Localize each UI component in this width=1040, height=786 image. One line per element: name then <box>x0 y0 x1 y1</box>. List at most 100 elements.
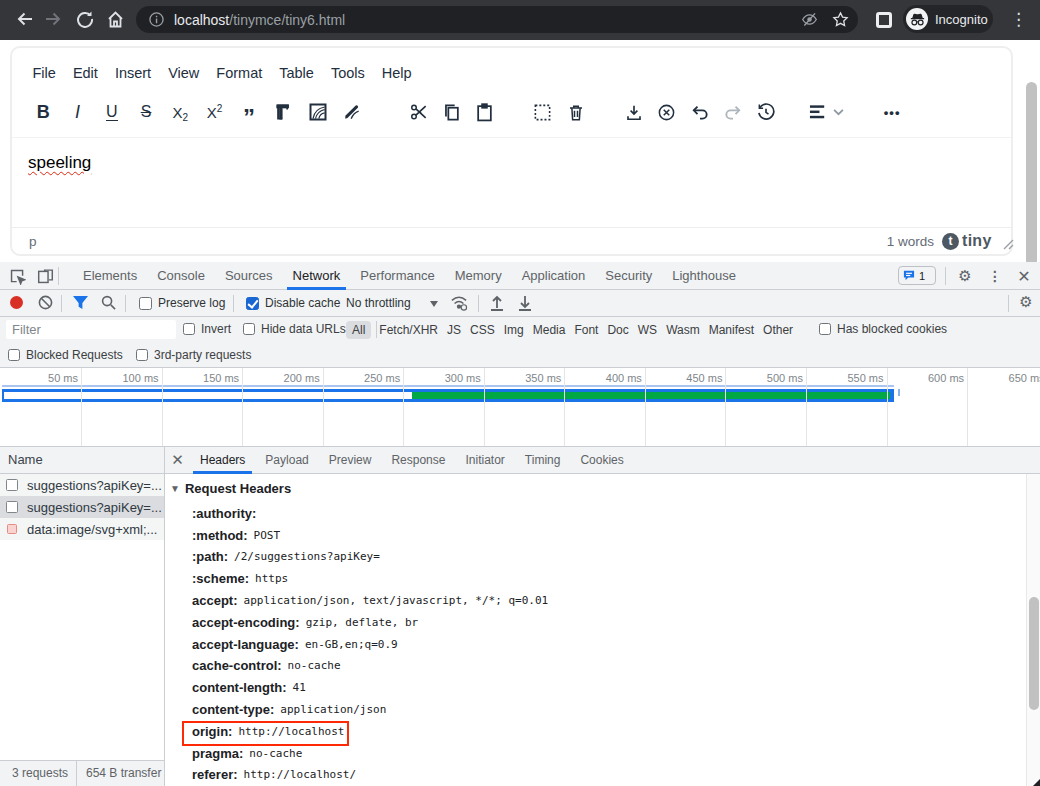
issues-badge[interactable]: 1 <box>898 266 936 285</box>
align-dropdown-button[interactable] <box>803 95 849 129</box>
menu-edit[interactable]: Edit <box>64 65 106 81</box>
blocked-requests-checkbox[interactable] <box>8 349 20 361</box>
filter-category-wasm[interactable]: Wasm <box>666 323 700 337</box>
refresh-icon[interactable] <box>73 7 97 31</box>
filter-category-all[interactable]: All <box>346 321 371 339</box>
incognito-badge[interactable]: Incognito <box>903 5 993 33</box>
devtools-tab-performance[interactable]: Performance <box>350 262 444 290</box>
blockquote-button[interactable]: ” <box>232 95 266 129</box>
side-panel-icon[interactable] <box>876 12 892 28</box>
browser-menu-icon[interactable]: ⋮ <box>1010 7 1026 33</box>
filter-category-other[interactable]: Other <box>763 323 793 337</box>
superscript-button[interactable]: X2 <box>197 95 231 129</box>
format-painter-button[interactable] <box>266 95 300 129</box>
cut-button[interactable] <box>403 95 436 129</box>
devtools-tab-lighthouse[interactable]: Lighthouse <box>662 262 746 290</box>
delete-button[interactable] <box>559 95 593 129</box>
filter-category-js[interactable]: JS <box>447 323 461 337</box>
request-headers-section[interactable]: ▼Request Headers <box>170 481 291 496</box>
disable-cache-checkbox[interactable] <box>246 297 259 310</box>
menu-help[interactable]: Help <box>373 65 420 81</box>
resize-handle-icon[interactable] <box>1003 236 1014 254</box>
misspelled-word[interactable]: speeling <box>28 153 91 173</box>
tiny-logo[interactable]: ttiny <box>942 232 992 250</box>
filter-icon[interactable] <box>72 295 89 314</box>
undo-button[interactable] <box>683 95 716 129</box>
menu-view[interactable]: View <box>160 65 208 81</box>
details-close-icon[interactable]: ✕ <box>165 451 190 469</box>
save-button[interactable] <box>617 95 650 129</box>
home-icon[interactable] <box>103 7 127 31</box>
throttling-select[interactable]: No throttling <box>346 296 411 310</box>
redo-button[interactable] <box>716 95 749 129</box>
info-icon[interactable] <box>149 12 164 27</box>
filter-category-fetchxhr[interactable]: Fetch/XHR <box>379 323 438 337</box>
back-icon[interactable] <box>13 7 37 31</box>
devtools-tab-sources[interactable]: Sources <box>215 262 283 290</box>
clear-icon[interactable] <box>38 295 53 314</box>
devtools-menu-icon[interactable]: ⋮ <box>983 264 1007 288</box>
hide-data-urls-checkbox[interactable] <box>243 323 255 335</box>
restore-draft-button[interactable] <box>749 95 782 129</box>
filter-category-css[interactable]: CSS <box>470 323 495 337</box>
filter-category-img[interactable]: Img <box>504 323 524 337</box>
request-row[interactable]: data:image/svg+xml;... <box>0 518 164 540</box>
details-tab-cookies[interactable]: Cookies <box>570 447 633 474</box>
element-path[interactable]: p <box>29 234 37 249</box>
details-tab-initiator[interactable]: Initiator <box>455 447 514 474</box>
devtools-tab-console[interactable]: Console <box>147 262 215 290</box>
image-button[interactable] <box>300 95 334 129</box>
request-row[interactable]: suggestions?apiKey=... <box>0 496 164 518</box>
menu-table[interactable]: Table <box>271 65 323 81</box>
word-count[interactable]: 1 words <box>887 234 934 249</box>
editor-content[interactable]: speeling <box>12 138 1011 224</box>
menu-insert[interactable]: Insert <box>106 65 159 81</box>
devtools-tab-memory[interactable]: Memory <box>445 262 512 290</box>
copy-button[interactable] <box>436 95 469 129</box>
menu-format[interactable]: Format <box>208 65 271 81</box>
strikethrough-button[interactable]: S <box>129 95 163 129</box>
filter-category-media[interactable]: Media <box>533 323 566 337</box>
details-scrollbar[interactable] <box>1026 474 1040 786</box>
devtools-settings-icon[interactable]: ⚙ <box>953 264 977 288</box>
filter-category-ws[interactable]: WS <box>638 323 657 337</box>
devtools-tab-security[interactable]: Security <box>595 262 662 290</box>
device-toolbar-icon[interactable] <box>33 264 57 288</box>
details-tab-timing[interactable]: Timing <box>515 447 571 474</box>
devtools-tab-network[interactable]: Network <box>283 262 351 290</box>
filter-category-manifest[interactable]: Manifest <box>709 323 754 337</box>
preserve-log-checkbox[interactable] <box>139 297 152 310</box>
request-row[interactable]: suggestions?apiKey=... <box>0 474 164 496</box>
name-column-header[interactable]: Name <box>0 447 164 474</box>
export-har-icon[interactable] <box>517 295 533 315</box>
devtools-tab-application[interactable]: Application <box>512 262 596 290</box>
network-overview[interactable]: 50 ms100 ms150 ms200 ms250 ms300 ms350 m… <box>0 368 1040 447</box>
network-conditions-icon[interactable] <box>450 295 468 315</box>
record-icon[interactable] <box>10 296 23 309</box>
search-icon[interactable] <box>101 295 116 314</box>
third-party-checkbox[interactable] <box>136 349 148 361</box>
inspect-icon[interactable] <box>5 264 29 288</box>
paste-button[interactable] <box>468 95 501 129</box>
devtools-tab-elements[interactable]: Elements <box>73 262 147 290</box>
devtools-close-icon[interactable]: ✕ <box>1012 264 1036 288</box>
eye-slash-icon[interactable] <box>801 11 818 32</box>
more-button[interactable]: ••• <box>875 95 909 129</box>
forward-icon[interactable] <box>41 7 65 31</box>
details-tab-response[interactable]: Response <box>381 447 455 474</box>
address-bar[interactable]: localhost/tinymce/tiny6.html <box>136 6 858 33</box>
subscript-button[interactable]: X2 <box>163 95 197 129</box>
italic-button[interactable]: I <box>60 95 94 129</box>
has-blocked-cookies-checkbox[interactable] <box>819 323 831 335</box>
filter-category-doc[interactable]: Doc <box>607 323 628 337</box>
details-tab-payload[interactable]: Payload <box>255 447 318 474</box>
filter-input[interactable]: Filter <box>6 320 176 339</box>
invert-checkbox[interactable] <box>183 323 195 335</box>
cancel-button[interactable] <box>650 95 683 129</box>
details-tab-preview[interactable]: Preview <box>319 447 382 474</box>
network-settings-icon[interactable]: ⚙ <box>1014 290 1038 314</box>
bold-button[interactable]: B <box>26 95 60 129</box>
import-har-icon[interactable] <box>489 295 505 315</box>
throttling-dropdown-icon[interactable] <box>430 301 438 307</box>
select-all-button[interactable] <box>525 95 559 129</box>
